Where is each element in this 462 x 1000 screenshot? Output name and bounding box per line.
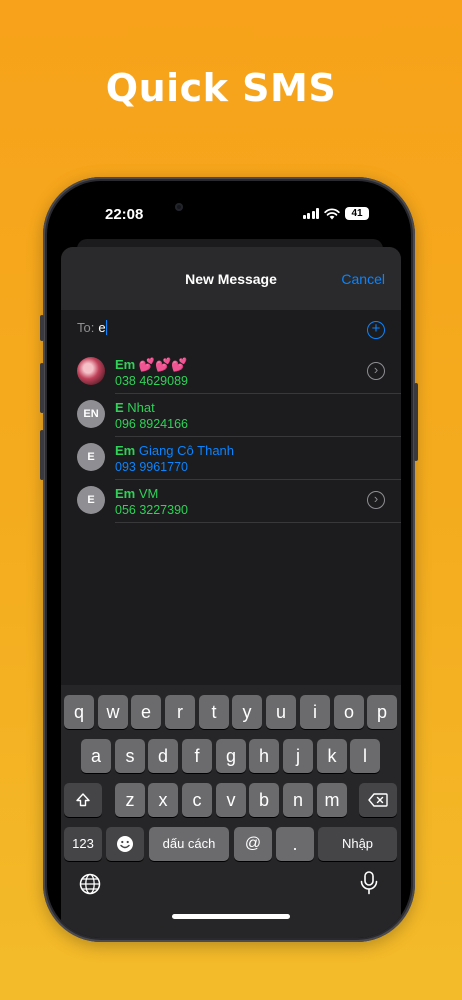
backspace-icon [368,793,388,807]
chevron-right-icon[interactable]: › [367,362,385,380]
contact-name: Em Giang Cô Thanh [115,443,235,458]
numbers-key[interactable]: 123 [64,827,102,861]
contact-phone: 056 3227390 [115,503,188,517]
contact-phone: 038 4629089 [115,374,188,388]
key-z[interactable]: z [115,783,145,817]
volume-up-button [40,363,44,413]
at-key[interactable]: @ [234,827,272,861]
key-i[interactable]: i [300,695,330,729]
emoji-icon [117,836,133,852]
key-f[interactable]: f [182,739,212,773]
key-h[interactable]: h [249,739,279,773]
divider [115,522,401,523]
promo-headline: Quick SMS [105,66,337,110]
to-label: To: [77,320,95,335]
dynamic-island [200,195,288,223]
key-k[interactable]: k [317,739,347,773]
recipient-input[interactable]: e [98,320,105,335]
space-key[interactable]: dấu cách [149,827,229,861]
action-button [40,315,44,341]
contact-name: Em 💕💕💕 [115,357,188,372]
contact-phone: 096 8924166 [115,417,188,431]
contact-name: Em VM [115,486,159,501]
key-l[interactable]: l [350,739,380,773]
globe-icon[interactable] [79,873,101,895]
key-c[interactable]: c [182,783,212,817]
key-r[interactable]: r [165,695,195,729]
contact-suggestion[interactable]: E Em VM 056 3227390 › [61,480,401,523]
contact-suggestion[interactable]: EN E Nhat 096 8924166 [61,394,401,437]
key-u[interactable]: u [266,695,296,729]
key-v[interactable]: v [216,783,246,817]
key-m[interactable]: m [317,783,347,817]
avatar [77,357,105,385]
key-g[interactable]: g [216,739,246,773]
key-y[interactable]: y [232,695,262,729]
key-t[interactable]: t [199,695,229,729]
status-time: 22:08 [105,206,144,223]
avatar: EN [77,400,105,428]
shift-key[interactable] [64,783,102,817]
power-button [414,383,418,461]
avatar: E [77,443,105,471]
add-contact-icon[interactable]: + [367,321,385,339]
avatar: E [77,486,105,514]
battery-indicator: 41 [345,207,369,220]
contact-name: E Nhat [115,400,155,415]
key-a[interactable]: a [81,739,111,773]
cancel-button[interactable]: Cancel [341,271,385,287]
microphone-icon[interactable] [359,871,379,895]
home-indicator[interactable] [172,914,290,919]
shift-icon [76,793,90,807]
key-e[interactable]: e [131,695,161,729]
contact-phone: 093 9961770 [115,460,188,474]
key-o[interactable]: o [334,695,364,729]
backspace-key[interactable] [359,783,397,817]
sheet-header: New Message Cancel [61,247,401,310]
keyboard: q w e r t y u i o p a s d f g h j k l z … [61,685,401,938]
contact-suggestion[interactable]: E Em Giang Cô Thanh 093 9961770 [61,437,401,480]
front-camera [175,203,183,211]
key-x[interactable]: x [148,783,178,817]
recipient-field[interactable]: To: e [77,320,387,340]
text-cursor [105,320,107,335]
status-icons: 41 [302,207,369,220]
chevron-right-icon[interactable]: › [367,491,385,509]
volume-down-button [40,430,44,480]
key-p[interactable]: p [367,695,397,729]
key-n[interactable]: n [283,783,313,817]
emoji-key[interactable] [106,827,144,861]
cellular-signal-icon [302,208,319,219]
key-q[interactable]: q [64,695,94,729]
contact-suggestion[interactable]: Em 💕💕💕 038 4629089 › [61,351,401,394]
key-w[interactable]: w [98,695,128,729]
key-j[interactable]: j [283,739,313,773]
key-d[interactable]: d [148,739,178,773]
key-s[interactable]: s [115,739,145,773]
return-key[interactable]: Nhập [318,827,397,861]
wifi-icon [324,207,340,219]
dot-key[interactable]: . [276,827,314,861]
key-b[interactable]: b [249,783,279,817]
phone-screen: 22:08 41 New Message Cancel To: e + Em 💕💕… [47,181,411,938]
